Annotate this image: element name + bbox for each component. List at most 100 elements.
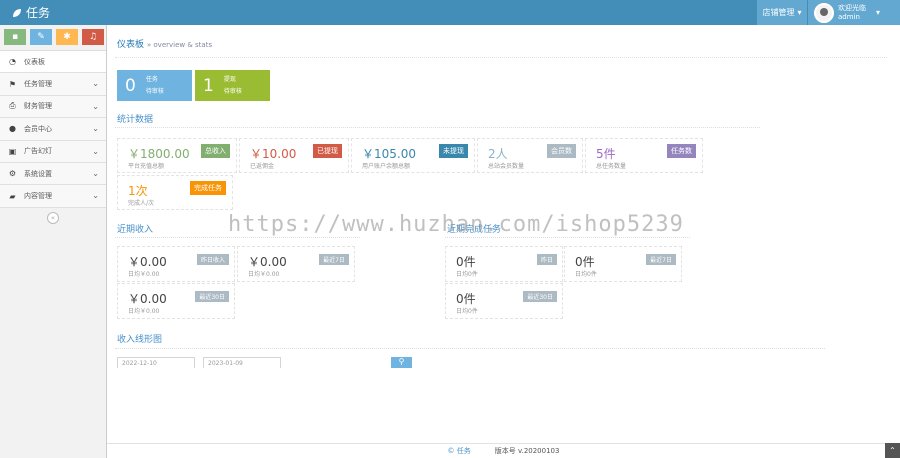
welcome-text: 欢迎光临 [838,3,866,12]
sidebar-item[interactable]: ◔ 仪表板 [0,51,106,74]
pending-task-card[interactable]: 0 任务 待审核 [117,70,192,101]
version-text: 版本号 v.20200103 [494,447,560,455]
user-icon: ● [9,124,16,134]
stat-badge: 已提现 [313,144,342,158]
income-daily-average: 日均￥0.00 [248,271,280,278]
sidebar-item-label: 任务管理 [24,80,52,89]
double-angle-left-icon: « [47,211,59,224]
sidebar-item[interactable]: ▰ 内容管理 ⌄ [0,185,106,208]
header-divider [115,57,887,58]
chevron-down-icon: ⌄ [92,101,99,111]
stat-label: 平台充值总额 [128,163,165,170]
card-label: 提现 [223,75,236,83]
income-daily-average: 日均￥0.00 [128,271,160,278]
divider [115,237,360,238]
copyright-text: © 任务 [447,447,471,455]
sidebar-item[interactable]: ⚙ 系统设置 ⌄ [0,162,106,186]
sidebar-item[interactable]: ⚑ 任务管理 ⌄ [0,73,106,96]
chevron-down-icon: ⌄ [92,124,99,134]
date-from-input[interactable]: 2022-12-10 [117,357,195,368]
sidebar-item-label: 仪表板 [24,57,45,66]
stat-label: 总站会员数量 [488,163,525,170]
pencil-icon: ✎ [37,32,45,42]
user-menu[interactable]: 欢迎光临 admin ▾ [808,0,900,25]
income-box: ￥0.00 日均￥0.00 最近30日 [117,283,235,319]
main-content: 仪表板 » overview & stats 0 任务 待审核 1 提现 待审核 统… [107,25,900,458]
sidebar-item-label: 内容管理 [24,192,52,201]
stat-badge: 完成任务 [190,181,226,195]
date-to-input[interactable]: 2023-01-09 [203,357,281,368]
shortcut-settings-button[interactable]: ♫ [82,29,104,45]
sidebar-item[interactable]: ⎙ 财务管理 ⌄ [0,95,106,119]
stat-value: ￥1800.00 [128,147,190,161]
card-sublabel: 待审核 [223,87,242,95]
divider [445,237,690,238]
scroll-top-button[interactable]: ⌃ [885,443,900,458]
shortcut-chart-button[interactable]: ▪ [4,29,26,45]
leaf-icon [13,8,21,17]
caret-down-icon: ▾ [876,8,881,17]
caret-down-icon: ▾ [797,8,802,17]
stat-badge: 未提现 [439,144,468,158]
stat-label: 用户账户余额总额 [362,163,411,170]
period-badge: 最近7日 [319,254,349,265]
tasks-daily-average: 日均0件 [456,271,478,278]
print-icon: ⎙ [9,101,16,111]
stat-value: 2人 [488,147,508,161]
group-icon: ✱ [63,32,71,42]
pending-withdraw-card[interactable]: 1 提现 待审核 [195,70,270,101]
app-title: 任务 [26,6,51,20]
income-value: ￥0.00 [128,255,167,269]
app-logo[interactable]: 任务 [12,4,50,21]
tasks-daily-average: 日均0件 [575,271,597,278]
stat-box: 2人总站会员数量 会员数 [477,138,583,173]
stat-value: ￥10.00 [250,147,297,161]
tasks-value: 0件 [456,255,476,269]
stat-box: 5件总任务数量 任务数 [585,138,703,173]
chart-icon: ▪ [11,32,19,42]
bell-icon: ♫ [88,32,98,42]
stat-value: 5件 [596,147,616,161]
card-label: 任务 [145,75,158,83]
chevron-down-icon: ⌄ [92,191,99,201]
breadcrumb: 仪表板 » overview & stats [117,37,212,50]
stat-label: 总任务数量 [596,163,627,170]
sidebar-item-label: 广告幻灯 [24,147,52,156]
stat-badge: 任务数 [667,144,696,158]
shortcut-edit-button[interactable]: ✎ [30,29,52,45]
sidebar-collapse[interactable]: « [0,208,106,228]
stat-box: ￥10.00 已返佣金 已提现 [239,138,349,173]
double-angle-up-icon: ⌃ [889,446,896,455]
stats-section-title: 统计数据 [117,115,154,125]
sidebar: ▪ ✎ ✱ ♫ ◔ 仪表板 ⚑ 任务管理 ⌄ ⎙ 财务管理 ⌄ ● 会员中心 ⌄ ▣ 广告幻灯 ⌄ ⚙ 系统设… [0,25,107,458]
period-badge: 最近7日 [646,254,676,265]
period-badge: 昨日收入 [196,254,229,265]
sidebar-item-label: 系统设置 [24,169,52,178]
chevron-down-icon: ⌄ [92,168,99,178]
stat-label: 已返佣金 [250,163,275,170]
income-value: ￥0.00 [128,292,167,306]
tasks-box: 0件 日均0件 最近30日 [445,283,563,319]
store-menu-button[interactable]: 店铺管理 ▾ [757,0,807,25]
chevron-down-icon: ⌄ [92,146,99,156]
period-badge: 最近30日 [523,291,557,302]
shortcut-users-button[interactable]: ✱ [56,29,78,45]
flag-icon: ⚑ [8,79,17,89]
stat-badge: 会员数 [547,144,576,158]
divider [115,348,825,349]
chart-section-title: 收入线形图 [117,335,163,345]
divider [115,127,760,128]
folder-icon: ▰ [9,191,16,201]
stat-box: ￥105.00 用户账户余额总额 未提现 [351,138,475,173]
page-title: 仪表板 [117,40,145,50]
sidebar-item[interactable]: ▣ 广告幻灯 ⌄ [0,140,106,163]
search-icon: ⚲ [398,357,405,366]
store-label: 店铺管理 [762,8,795,17]
username: admin [838,12,860,21]
tasks-value: 0件 [575,255,595,269]
sidebar-item[interactable]: ● 会员中心 ⌄ [0,118,106,141]
watermark: https://www.huzhan.com/ishop5239 [228,212,684,237]
stat-box: ￥1800.00 平台充值总额 总收入 [117,138,237,173]
query-button[interactable]: ⚲ [391,357,412,368]
stat-label: 完成人/次 [128,200,155,207]
